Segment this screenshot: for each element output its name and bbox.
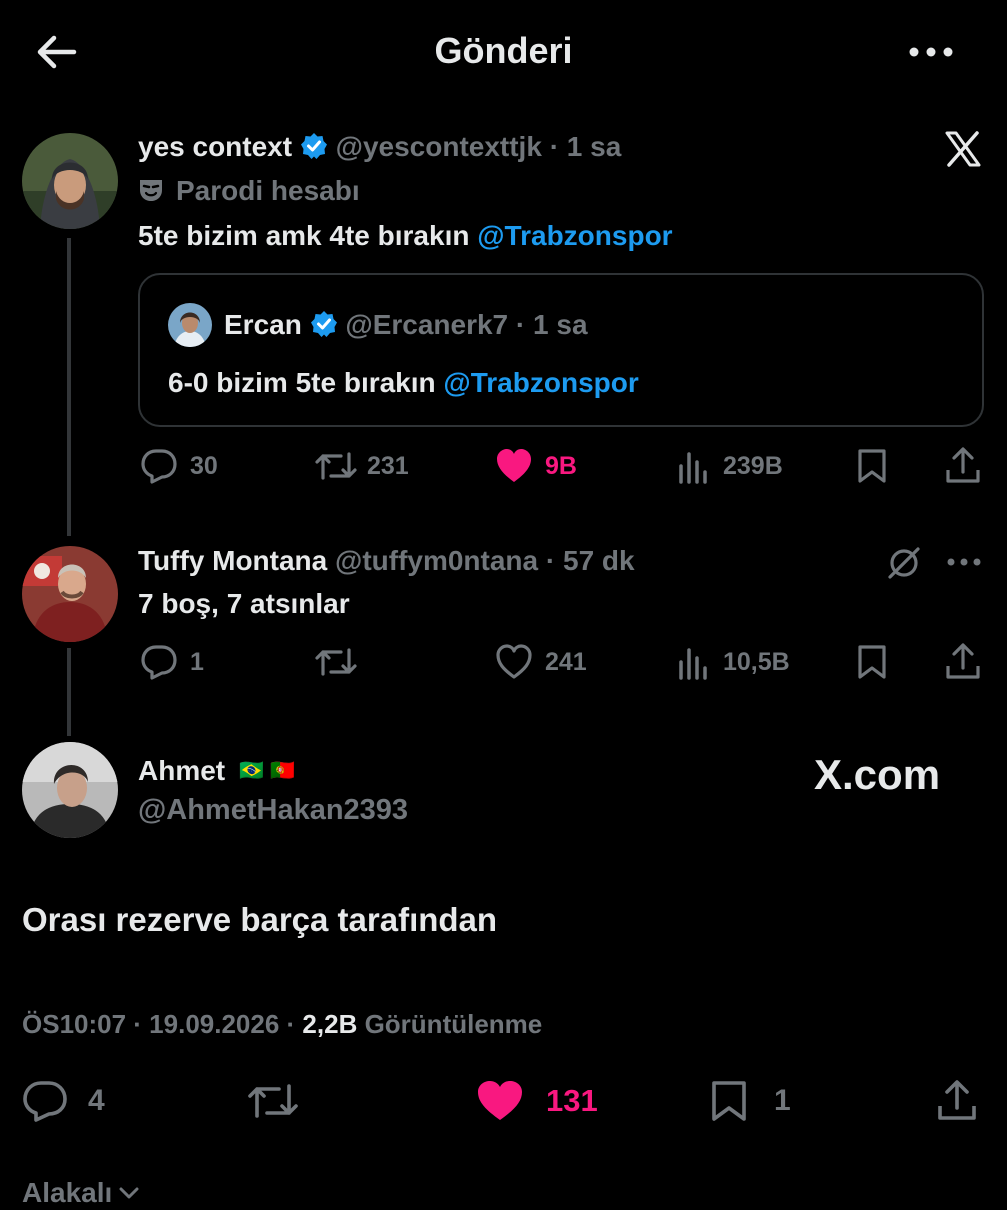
author-name[interactable]: Tuffy Montana (138, 545, 327, 576)
bookmark-button[interactable] (856, 448, 888, 484)
like-button[interactable]: 131 (476, 1080, 598, 1122)
views-button[interactable]: 10,5B (677, 644, 790, 680)
quote-body: 6-0 bizim 5te bırakın (168, 367, 436, 398)
flag-brazil-icon: 🇧🇷 (239, 760, 265, 782)
repost-button[interactable] (248, 1080, 298, 1122)
thread-line (67, 648, 71, 736)
like-count: 131 (546, 1083, 598, 1118)
reply-button[interactable]: 30 (140, 448, 218, 484)
reply-icon (141, 449, 177, 484)
reply-count: 30 (190, 451, 218, 480)
parody-mask-icon (138, 177, 164, 203)
more-dots-icon (947, 558, 981, 566)
bookmark-button[interactable]: 1 (710, 1080, 791, 1122)
related-section-toggle[interactable]: Alakalı (22, 1176, 140, 1210)
bookmark-icon (858, 449, 886, 483)
views-chart-icon (679, 648, 707, 680)
chevron-down-icon (119, 1187, 139, 1199)
quote-mention-link[interactable]: @Trabzonspor (443, 367, 638, 398)
bookmark-icon (712, 1081, 746, 1121)
share-button[interactable] (945, 642, 981, 680)
main-author-row: Ahmet 🇧🇷 🇵🇹 (138, 751, 295, 791)
bookmark-icon (858, 645, 886, 679)
grok-icon[interactable] (886, 545, 922, 581)
verified-badge-icon (300, 132, 328, 160)
repost-icon (248, 1084, 298, 1118)
tweet-text: 5te bizim amk 4te bırakın @Trabzonspor (138, 216, 673, 256)
more-options-button[interactable] (946, 555, 982, 569)
author-name[interactable]: yes context (138, 131, 292, 162)
repost-button[interactable] (315, 644, 367, 680)
bookmark-count: 1 (774, 1084, 791, 1117)
post-timestamp[interactable]: ÖS10:07 · 19.09.2026 · (22, 1009, 295, 1039)
tweet-body: 5te bizim amk 4te bırakın (138, 220, 470, 251)
repost-icon (315, 648, 357, 676)
quote-header: Ercan @Ercanerk7 · 1 sa (224, 305, 588, 345)
quote-text: 6-0 bizim 5te bırakın @Trabzonspor (168, 363, 639, 403)
avatar[interactable] (22, 546, 118, 642)
views-label: Görüntülenme (364, 1009, 543, 1039)
flag-portugal-icon: 🇵🇹 (270, 760, 295, 782)
page-title: Gönderi (434, 30, 573, 71)
bookmark-button[interactable] (856, 644, 888, 680)
repost-count: 231 (367, 451, 409, 480)
tweet-header: yes context @yescontexttjk · 1 sa (138, 128, 621, 166)
views-chart-icon (679, 452, 707, 484)
heart-filled-icon (478, 1081, 522, 1120)
quote-tweet-card[interactable]: Ercan @Ercanerk7 · 1 sa 6-0 bizim 5te bı… (138, 273, 984, 427)
parody-label: Parodi hesabı (138, 172, 360, 215)
views-count: 10,5B (723, 647, 790, 676)
author-handle[interactable]: @AhmetHakan2393 (138, 790, 408, 830)
views-button[interactable]: 239B (677, 448, 783, 484)
like-count: 241 (545, 647, 587, 676)
post-time[interactable]: · 57 dk (546, 545, 635, 576)
reply-button[interactable]: 4 (22, 1080, 105, 1122)
post-time[interactable]: · 1 sa (550, 131, 622, 162)
share-button[interactable] (945, 446, 981, 484)
heart-outline-icon (496, 644, 532, 679)
views-count: 2,2B (302, 1009, 358, 1039)
more-options-button[interactable] (906, 40, 956, 64)
verified-badge-icon (310, 310, 338, 338)
avatar[interactable] (22, 742, 118, 838)
heart-filled-icon (497, 449, 531, 482)
share-icon (946, 643, 980, 679)
reply-icon (141, 645, 177, 680)
share-icon (938, 1080, 976, 1120)
quote-avatar (168, 303, 212, 347)
main-tweet-text: Orası rezerve barça tarafından (22, 901, 498, 938)
tweet-body: 7 boş, 7 atsınlar (138, 588, 350, 619)
watermark: X.com (814, 751, 941, 798)
mention-link[interactable]: @Trabzonspor (477, 220, 672, 251)
reply-icon (23, 1081, 67, 1122)
thread-line (67, 238, 71, 536)
quote-author-name: Ercan (224, 309, 302, 340)
tweet-header: Tuffy Montana @tuffym0ntana · 57 dk (138, 542, 635, 580)
author-handle[interactable]: @yescontexttjk (336, 131, 542, 162)
views-count: 239B (723, 451, 783, 480)
repost-button[interactable]: 231 (315, 448, 409, 484)
parody-text: Parodi hesabı (176, 175, 360, 206)
reply-count: 4 (88, 1084, 105, 1117)
more-dots-icon (909, 47, 953, 57)
share-button[interactable] (936, 1078, 978, 1122)
post-meta: ÖS10:07 · 19.09.2026 · 2,2B Görüntülenme (22, 1004, 542, 1044)
repost-icon (315, 452, 357, 480)
like-count: 9B (545, 451, 577, 480)
like-button[interactable]: 9B (495, 448, 577, 484)
quote-post-time: · 1 sa (515, 309, 588, 340)
related-label: Alakalı (22, 1177, 113, 1208)
x-logo-icon (944, 131, 982, 167)
share-icon (946, 447, 980, 483)
like-button[interactable]: 241 (495, 644, 587, 680)
author-name[interactable]: Ahmet (138, 751, 225, 791)
quote-author-handle: @Ercanerk7 (345, 309, 509, 340)
reply-button[interactable]: 1 (140, 644, 204, 680)
reply-count: 1 (190, 647, 204, 676)
avatar[interactable] (22, 133, 118, 229)
author-handle[interactable]: @tuffym0ntana (335, 545, 538, 576)
